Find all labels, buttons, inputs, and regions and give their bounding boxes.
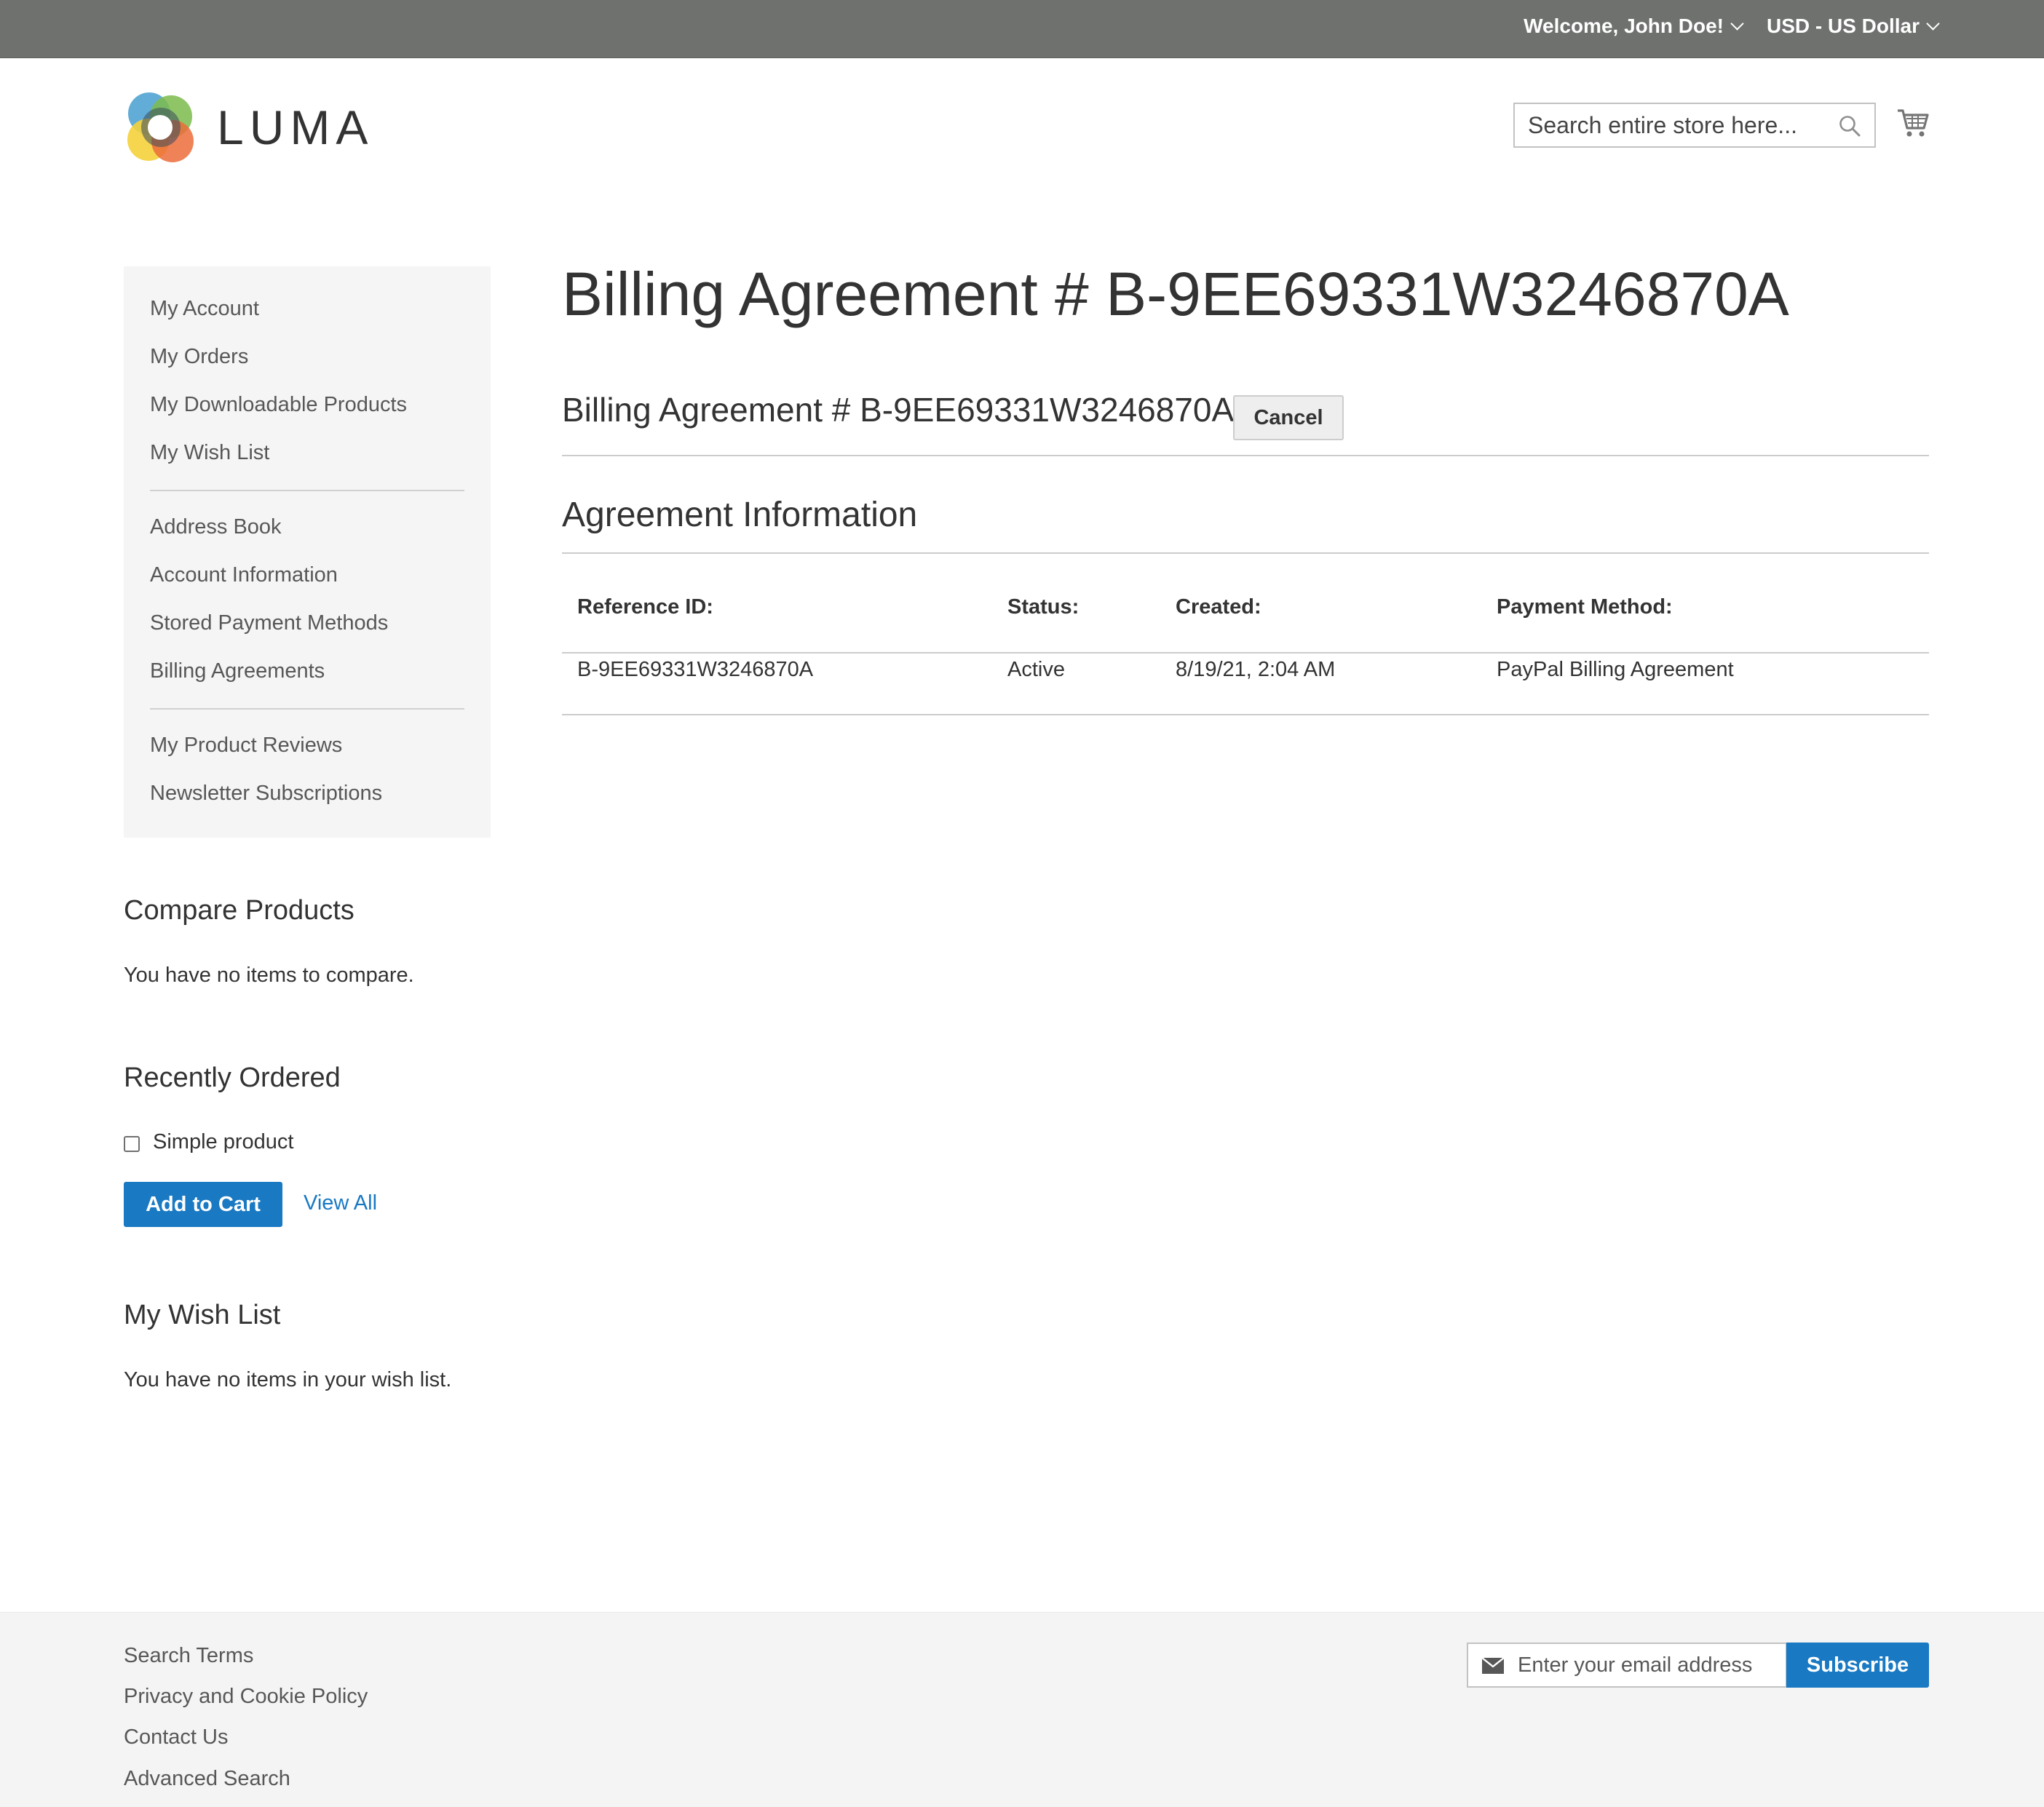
newsletter-field bbox=[1467, 1643, 1787, 1688]
divider bbox=[562, 552, 1929, 554]
table-cell-status: Active bbox=[1007, 658, 1065, 681]
top-panel: Welcome, John Doe! USD - US Dollar bbox=[0, 0, 2044, 58]
search-box bbox=[1513, 103, 1876, 148]
cancel-button[interactable]: Cancel bbox=[1233, 395, 1344, 440]
logo-link[interactable]: LUMA bbox=[124, 90, 373, 164]
logo-text: LUMA bbox=[217, 100, 374, 154]
nav-divider bbox=[150, 708, 464, 710]
table-header-status: Status: bbox=[1007, 595, 1080, 619]
wish-list-title: My Wish List bbox=[124, 1300, 281, 1330]
table-cell-created: 8/19/21, 2:04 AM bbox=[1176, 658, 1336, 681]
subscribe-button[interactable]: Subscribe bbox=[1786, 1643, 1929, 1688]
compare-empty-message: You have no items to compare. bbox=[124, 964, 414, 987]
compare-products-title: Compare Products bbox=[124, 895, 354, 926]
chevron-down-icon bbox=[1730, 16, 1744, 31]
footer: Search Terms Privacy and Cookie Policy C… bbox=[0, 1612, 2044, 1807]
currency-switcher[interactable]: USD - US Dollar bbox=[1766, 15, 1940, 38]
sidebar-item-address-book[interactable]: Address Book bbox=[150, 514, 282, 540]
add-to-cart-button[interactable]: Add to Cart bbox=[124, 1182, 282, 1227]
sidebar-item-wish-list[interactable]: My Wish List bbox=[150, 440, 269, 466]
agreement-subtitle: Billing Agreement # B-9EE69331W3246870A bbox=[562, 391, 1235, 429]
envelope-icon bbox=[1481, 1657, 1505, 1674]
account-navigation: My Account My Orders My Downloadable Pro… bbox=[124, 266, 491, 838]
footer-link-search-terms[interactable]: Search Terms bbox=[124, 1644, 253, 1668]
footer-link-privacy-policy[interactable]: Privacy and Cookie Policy bbox=[124, 1685, 368, 1709]
table-row-divider bbox=[562, 714, 1929, 715]
sidebar-item-account-information[interactable]: Account Information bbox=[150, 562, 338, 588]
recently-ordered-title: Recently Ordered bbox=[124, 1063, 341, 1093]
agreement-information-title: Agreement Information bbox=[562, 496, 918, 534]
chevron-down-icon bbox=[1926, 16, 1940, 31]
recently-ordered-checkbox[interactable] bbox=[124, 1136, 140, 1152]
welcome-message: Welcome, John Doe! bbox=[1524, 15, 1724, 37]
sidebar-item-newsletter-subscriptions[interactable]: Newsletter Subscriptions bbox=[150, 780, 382, 806]
wish-list-empty-message: You have no items in your wish list. bbox=[124, 1368, 452, 1391]
sidebar-item-billing-agreements[interactable]: Billing Agreements bbox=[150, 658, 325, 684]
divider bbox=[562, 455, 1929, 456]
sidebar-item-product-reviews[interactable]: My Product Reviews bbox=[150, 732, 342, 758]
cart-icon[interactable] bbox=[1896, 106, 1930, 140]
top-links: Welcome, John Doe! USD - US Dollar bbox=[1524, 0, 1940, 52]
footer-link-contact-us[interactable]: Contact Us bbox=[124, 1725, 228, 1750]
table-cell-reference-id: B-9EE69331W3246870A bbox=[577, 658, 814, 681]
footer-link-advanced-search[interactable]: Advanced Search bbox=[124, 1767, 290, 1791]
newsletter-email-input[interactable] bbox=[1518, 1644, 1780, 1686]
recently-ordered-item-label: Simple product bbox=[153, 1130, 294, 1153]
sidebar-item-downloadable-products[interactable]: My Downloadable Products bbox=[150, 392, 407, 418]
nav-divider bbox=[150, 490, 464, 491]
table-header-created: Created: bbox=[1176, 595, 1261, 619]
sidebar-item-my-account[interactable]: My Account bbox=[150, 295, 259, 322]
table-header-payment-method: Payment Method: bbox=[1497, 595, 1673, 619]
sidebar-item-my-orders[interactable]: My Orders bbox=[150, 343, 248, 370]
currency-label: USD - US Dollar bbox=[1766, 15, 1920, 37]
search-input[interactable] bbox=[1515, 104, 1819, 146]
table-header-divider bbox=[562, 652, 1929, 654]
page-title: Billing Agreement # B-9EE69331W3246870A bbox=[562, 260, 1789, 328]
luma-logo-icon bbox=[127, 92, 194, 162]
view-all-link[interactable]: View All bbox=[304, 1191, 377, 1215]
table-cell-payment-method: PayPal Billing Agreement bbox=[1497, 658, 1734, 681]
table-header-reference-id: Reference ID: bbox=[577, 595, 713, 619]
search-icon[interactable] bbox=[1838, 114, 1861, 138]
sidebar-item-stored-payment-methods[interactable]: Stored Payment Methods bbox=[150, 610, 388, 636]
customer-menu-toggle[interactable]: Welcome, John Doe! bbox=[1524, 15, 1744, 38]
